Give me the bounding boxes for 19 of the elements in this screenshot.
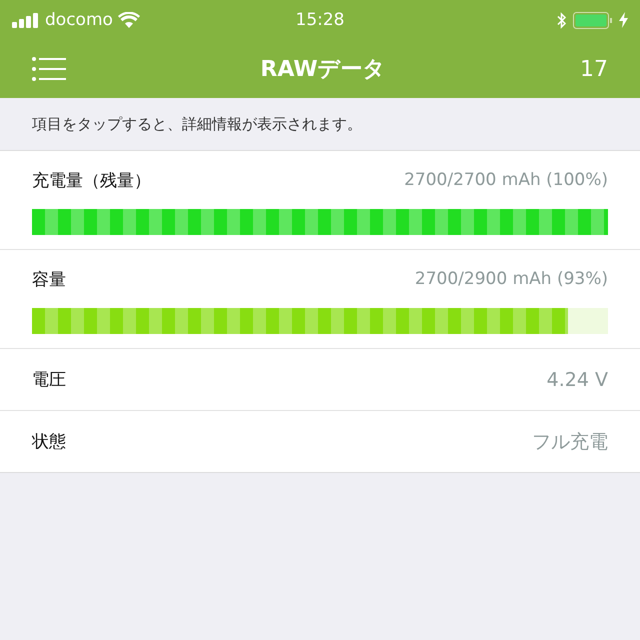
row-label: 状態 — [32, 431, 66, 453]
signal-icon — [12, 12, 40, 28]
bluetooth-icon — [557, 12, 567, 28]
hint-text: 項目をタップすると、詳細情報が表示されます。 — [32, 114, 362, 134]
status-time: 15:28 — [296, 10, 344, 30]
menu-icon[interactable] — [32, 57, 66, 81]
row-label: 容量 — [32, 268, 66, 290]
row-value: フル充電 — [532, 430, 608, 454]
carrier-name: docomo — [45, 10, 113, 30]
battery-icon — [573, 12, 613, 28]
row-label: 電圧 — [32, 369, 66, 391]
row-value: 2700/2900 mAh (93%) — [414, 269, 608, 289]
row-value: 2700/2700 mAh (100%) — [404, 170, 608, 190]
count-label[interactable]: 17 — [580, 56, 608, 82]
row-value: 4.24 V — [546, 368, 608, 390]
screen-title: RAWデータ — [259, 56, 387, 84]
charging-icon — [619, 12, 628, 28]
wifi-icon — [118, 12, 140, 28]
row-label: 充電量（残量） — [32, 170, 151, 192]
